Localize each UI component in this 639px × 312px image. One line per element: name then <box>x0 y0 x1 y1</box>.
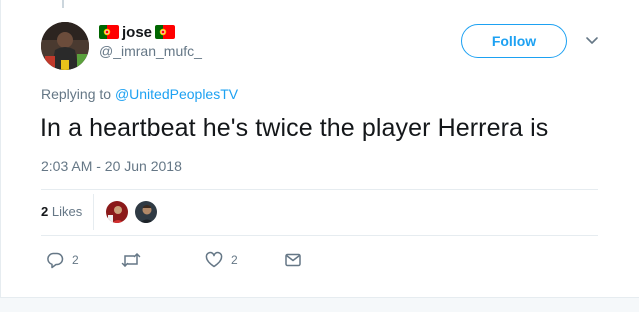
direct-message-action[interactable] <box>284 250 302 270</box>
replying-to-prefix: Replying to <box>41 86 112 102</box>
envelope-icon <box>285 253 301 267</box>
likes-summary[interactable]: 2 Likes <box>41 204 82 219</box>
divider-bottom <box>41 235 598 236</box>
frame-left-border <box>0 0 1 312</box>
likes-separator <box>93 194 94 230</box>
replying-to-link[interactable]: @UnitedPeoplesTV <box>115 86 238 102</box>
reply-icon <box>47 252 64 269</box>
like-action[interactable]: 2 <box>205 250 238 270</box>
author-avatar[interactable] <box>41 22 89 70</box>
follow-button[interactable]: Follow <box>461 24 567 58</box>
reply-count: 2 <box>72 253 79 267</box>
author-display-name[interactable]: jose <box>122 24 152 41</box>
retweet-action[interactable] <box>121 250 149 270</box>
tweet-timestamp[interactable]: 2:03 AM - 20 Jun 2018 <box>41 158 182 174</box>
like-count: 2 <box>231 253 238 267</box>
frame-bottom-area <box>0 298 639 312</box>
liker-avatar[interactable] <box>105 200 129 224</box>
author-handle[interactable]: @_imran_mufc_ <box>99 43 202 59</box>
liker-avatar[interactable] <box>134 200 158 224</box>
thread-connector-line <box>62 0 64 8</box>
author-name-row[interactable]: jose <box>99 22 176 42</box>
tweet-text: In a heartbeat he's twice the player Her… <box>40 114 549 142</box>
divider-top <box>41 189 598 190</box>
replying-to-line: Replying to @UnitedPeoplesTV <box>41 86 238 102</box>
portugal-flag-icon <box>99 25 119 39</box>
heart-icon <box>205 251 223 268</box>
likes-count: 2 <box>41 204 49 219</box>
likes-label: Likes <box>51 204 83 219</box>
portugal-flag-icon <box>155 25 176 39</box>
chevron-down-icon[interactable] <box>585 35 599 45</box>
reply-action[interactable]: 2 <box>46 250 79 270</box>
retweet-icon <box>121 253 141 267</box>
